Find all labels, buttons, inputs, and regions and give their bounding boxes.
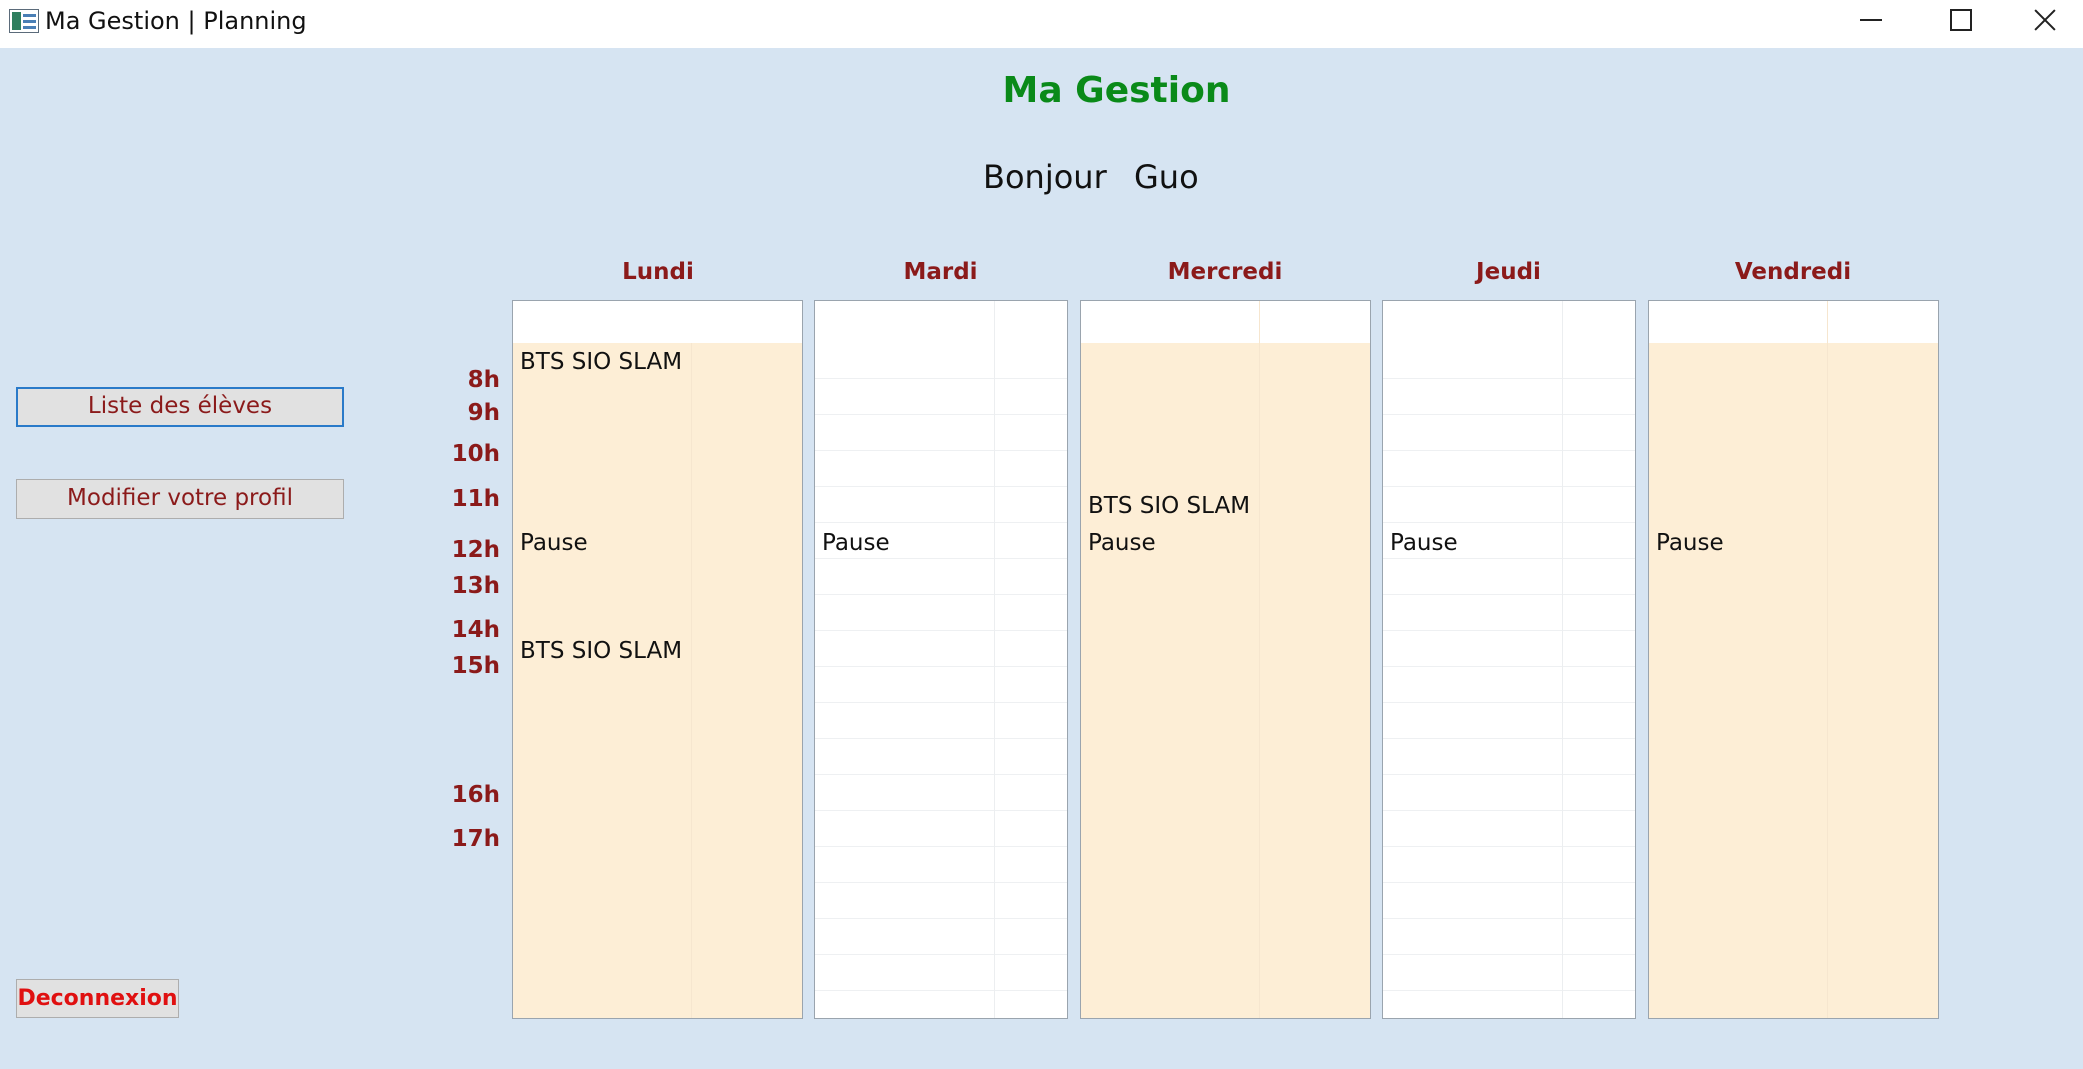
maximize-icon [1950, 9, 1972, 31]
greeting-label: Bonjour [983, 158, 1107, 196]
hour-label: 16h [451, 782, 500, 808]
schedule-entry: BTS SIO SLAM [520, 349, 683, 375]
day-header-mercredi: Mercredi [1167, 259, 1283, 285]
hour-label: 14h [451, 617, 500, 643]
app-icon [9, 9, 39, 33]
schedule-entry: Pause [1656, 530, 1724, 556]
hour-label: 17h [451, 826, 500, 852]
day-header-mardi: Mardi [903, 259, 978, 285]
day-column-mercredi[interactable]: BTS SIO SLAM Pause [1080, 300, 1371, 1019]
schedule-entry: BTS SIO SLAM [520, 638, 683, 664]
hour-label: 8h [467, 367, 500, 393]
day-column-jeudi[interactable]: Pause [1382, 300, 1636, 1019]
day-header-lundi: Lundi [622, 259, 694, 285]
close-icon [2034, 9, 2056, 31]
hour-label: 15h [451, 653, 500, 679]
day-column-lundi[interactable]: BTS SIO SLAM Pause BTS SIO SLAM [512, 300, 803, 1019]
hour-label: 11h [451, 486, 500, 512]
window-title: Ma Gestion | Planning [45, 7, 307, 35]
logout-button[interactable]: Deconnexion [16, 979, 179, 1018]
edit-profile-button[interactable]: Modifier votre profil [16, 479, 344, 519]
page-title: Ma Gestion [1002, 70, 1231, 111]
day-column-mardi[interactable]: Pause [814, 300, 1068, 1019]
day-header-vendredi: Vendredi [1734, 259, 1852, 285]
schedule-entry: Pause [520, 530, 588, 556]
minimize-icon [1860, 19, 1882, 21]
hour-label: 10h [451, 441, 500, 467]
maximize-button[interactable] [1916, 0, 2006, 40]
students-list-button[interactable]: Liste des élèves [16, 387, 344, 427]
user-name-label: Guo [1134, 158, 1199, 196]
day-column-vendredi[interactable]: Pause [1648, 300, 1939, 1019]
minimize-button[interactable] [1826, 0, 1916, 40]
schedule-entry: Pause [1390, 530, 1458, 556]
close-button[interactable] [2006, 0, 2083, 40]
day-header-jeudi: Jeudi [1476, 259, 1541, 285]
hour-label: 9h [467, 400, 500, 426]
title-bar: Ma Gestion | Planning [0, 0, 2083, 48]
schedule-entry: Pause [1088, 530, 1156, 556]
schedule-entry: Pause [822, 530, 890, 556]
hour-label: 13h [451, 573, 500, 599]
hour-label: 12h [451, 537, 500, 563]
schedule-entry: BTS SIO SLAM [1088, 493, 1251, 519]
